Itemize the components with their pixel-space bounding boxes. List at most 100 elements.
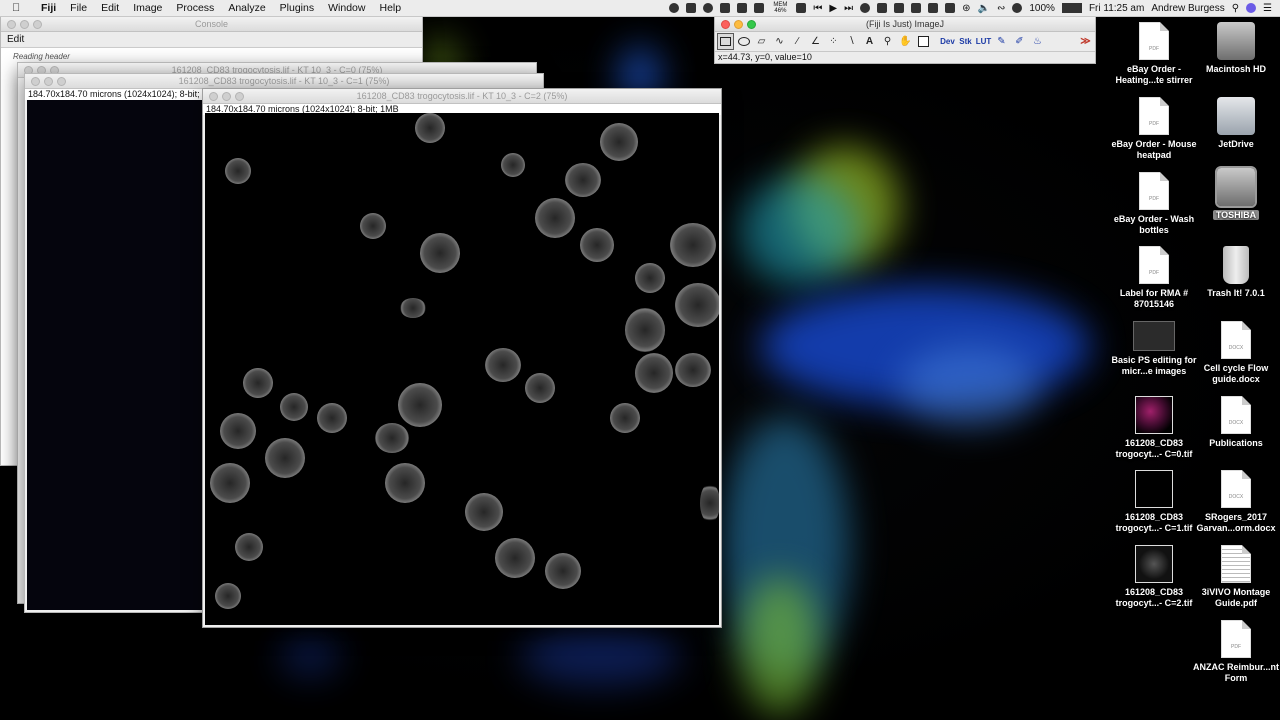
desktop-icon[interactable]: PDF eBay Order - Mouse heatpad bbox=[1110, 97, 1198, 160]
flood-fill-tool-icon[interactable]: ♨ bbox=[1029, 33, 1046, 50]
clock[interactable]: Fri 11:25 am bbox=[1089, 3, 1144, 14]
document-icon: DOCX bbox=[1221, 321, 1251, 359]
image-window-c1-titlebar[interactable]: 161208_CD83 trogocytosis.lif - KT 10_3 -… bbox=[25, 74, 543, 89]
wand-tool-icon[interactable]: ∖ bbox=[843, 33, 860, 50]
desktop-icon[interactable]: 161208_CD83 trogocyt...- C=0.tif bbox=[1110, 396, 1198, 459]
menu-app-fiji[interactable]: Fiji bbox=[41, 2, 56, 14]
desktop-icon[interactable]: Trash It! 7.0.1 bbox=[1192, 246, 1280, 299]
desktop-icon-label: Cell cycle Flow guide.docx bbox=[1192, 363, 1280, 384]
desktop-icon[interactable]: PDF ANZAC Reimbur...nt Form bbox=[1192, 620, 1280, 683]
menu-analyze[interactable]: Analyze bbox=[228, 2, 265, 14]
window-controls[interactable] bbox=[31, 77, 66, 86]
battery-percent[interactable]: 100% bbox=[1029, 3, 1055, 14]
console-edit-menu[interactable]: Edit bbox=[1, 32, 422, 48]
oval-tool-icon[interactable] bbox=[735, 33, 752, 50]
desktop-icon[interactable]: DOCX Publications bbox=[1192, 396, 1280, 449]
dev-tool-button[interactable]: Dev bbox=[939, 33, 956, 50]
imagej-window: (Fiji Is Just) ImageJ ▱ ∿ ∕ ∠ ⁘ ∖ A ⚲ ✋ … bbox=[714, 16, 1096, 64]
brush-tool-icon[interactable]: ✐ bbox=[1011, 33, 1028, 50]
desktop-icon-label-text: 161208_CD83 trogocyt...- C=2.tif bbox=[1115, 587, 1193, 608]
status-icon[interactable] bbox=[686, 3, 697, 13]
desktop-icon[interactable]: 161208_CD83 trogocyt...- C=2.tif bbox=[1110, 545, 1198, 608]
magnifier-tool-icon[interactable]: ⚲ bbox=[879, 33, 896, 50]
console-titlebar[interactable]: Console bbox=[1, 17, 422, 32]
menu-file[interactable]: File bbox=[70, 2, 87, 14]
menu-window[interactable]: Window bbox=[328, 2, 365, 14]
play-icon[interactable]: ▶ bbox=[829, 3, 837, 14]
image-canvas-c2[interactable] bbox=[205, 113, 719, 625]
desktop-icon-label: 161208_CD83 trogocyt...- C=1.tif bbox=[1110, 512, 1198, 533]
app4-icon[interactable] bbox=[894, 3, 905, 13]
window-controls[interactable] bbox=[7, 20, 42, 29]
bluetooth-icon[interactable]: ⊛ bbox=[962, 3, 970, 14]
dropbox-icon[interactable] bbox=[720, 3, 731, 13]
desktop-icon-label: 161208_CD83 trogocyt...- C=2.tif bbox=[1110, 587, 1198, 608]
cloud-icon[interactable] bbox=[754, 3, 765, 13]
pencil-tool-icon[interactable]: ✎ bbox=[993, 33, 1010, 50]
menu-plugins[interactable]: Plugins bbox=[280, 2, 314, 14]
wifi-icon[interactable]: ∾ bbox=[997, 3, 1005, 14]
desktop-icon[interactable]: 3iVIVO Montage Guide.pdf bbox=[1192, 545, 1280, 608]
window-controls[interactable] bbox=[209, 92, 244, 101]
desktop-icon-label: Label for RMA # 87015146 bbox=[1110, 288, 1198, 309]
cell-blob bbox=[220, 413, 256, 449]
menu-help[interactable]: Help bbox=[379, 2, 401, 14]
polygon-tool-icon[interactable]: ▱ bbox=[753, 33, 770, 50]
hand-tool-icon[interactable]: ✋ bbox=[897, 33, 914, 50]
more-tools-icon[interactable]: ≫ bbox=[1077, 33, 1094, 50]
info-icon[interactable] bbox=[703, 3, 714, 13]
forward-icon[interactable]: ⏭ bbox=[844, 3, 853, 14]
point-tool-icon[interactable]: ⁘ bbox=[825, 33, 842, 50]
desktop-icon[interactable]: PDF eBay Order - Heating...te stirrer bbox=[1110, 22, 1198, 85]
desktop-icon[interactable]: JetDrive bbox=[1192, 97, 1280, 150]
memory-indicator[interactable]: MEM 46% bbox=[771, 2, 789, 14]
cell-blob bbox=[535, 198, 575, 238]
menu-image[interactable]: Image bbox=[133, 2, 162, 14]
desktop-icon-label-text: Cell cycle Flow guide.docx bbox=[1203, 363, 1269, 384]
desktop-icon[interactable]: TOSHIBA bbox=[1192, 166, 1280, 221]
apple-menu-icon[interactable]:  bbox=[12, 2, 26, 14]
menu-process[interactable]: Process bbox=[176, 2, 214, 14]
desktop-icon[interactable]: PDF Label for RMA # 87015146 bbox=[1110, 246, 1198, 309]
desktop-icon[interactable]: 161208_CD83 trogocyt...- C=1.tif bbox=[1110, 470, 1198, 533]
imagej-titlebar[interactable]: (Fiji Is Just) ImageJ bbox=[715, 17, 1095, 32]
record-icon[interactable] bbox=[669, 3, 680, 13]
app-icon[interactable] bbox=[737, 3, 748, 13]
volume-icon[interactable]: 🔈 bbox=[978, 3, 990, 14]
desktop-icon[interactable]: DOCX SRogers_2017 Garvan...orm.docx bbox=[1192, 470, 1280, 533]
desktop-icon-label-text: 161208_CD83 trogocyt...- C=1.tif bbox=[1115, 512, 1193, 533]
desktop-icon-label-text: 3iVIVO Montage Guide.pdf bbox=[1201, 587, 1271, 608]
file-type-label: DOCX bbox=[1228, 493, 1244, 500]
angle-tool-icon[interactable]: ∠ bbox=[807, 33, 824, 50]
siri-icon[interactable] bbox=[1246, 3, 1257, 13]
desktop-icon-label-text: SRogers_2017 Garvan...orm.docx bbox=[1196, 512, 1276, 533]
desktop-icon[interactable]: Basic PS editing for micr...e images bbox=[1110, 321, 1198, 376]
text-tool-icon[interactable]: A bbox=[861, 33, 878, 50]
freehand-tool-icon[interactable]: ∿ bbox=[771, 33, 788, 50]
app2-icon[interactable] bbox=[860, 3, 871, 13]
line-tool-icon[interactable]: ∕ bbox=[789, 33, 806, 50]
cell-blob bbox=[675, 353, 711, 387]
desktop-icon[interactable]: PDF eBay Order - Wash bottles bbox=[1110, 172, 1198, 235]
image-window-c2-titlebar[interactable]: 161208_CD83 trogocytosis.lif - KT 10_3 -… bbox=[203, 89, 721, 104]
color-picker-icon[interactable] bbox=[915, 33, 932, 50]
sync-icon[interactable] bbox=[796, 3, 807, 13]
rectangle-tool-icon[interactable] bbox=[717, 33, 734, 50]
window-controls[interactable] bbox=[721, 20, 756, 29]
desktop-icon[interactable]: Macintosh HD bbox=[1192, 22, 1280, 75]
app5-icon[interactable] bbox=[911, 3, 922, 13]
spotlight-icon[interactable]: ⚲ bbox=[1232, 3, 1239, 14]
menu-edit[interactable]: Edit bbox=[101, 2, 119, 14]
rewind-icon[interactable]: ⏮ bbox=[813, 3, 822, 14]
desktop-icon[interactable]: DOCX Cell cycle Flow guide.docx bbox=[1192, 321, 1280, 384]
stk-tool-button[interactable]: Stk bbox=[957, 33, 974, 50]
airplay-icon[interactable] bbox=[1012, 3, 1023, 13]
notification-center-icon[interactable]: ☰ bbox=[1263, 3, 1272, 14]
desktop-icon-label-text: eBay Order - Heating...te stirrer bbox=[1115, 64, 1193, 85]
battery-icon[interactable] bbox=[1061, 3, 1082, 13]
app3-icon[interactable] bbox=[877, 3, 888, 13]
time-machine-icon[interactable] bbox=[945, 3, 956, 13]
app6-icon[interactable] bbox=[928, 3, 939, 13]
lut-tool-button[interactable]: LUT bbox=[975, 33, 992, 50]
user-name[interactable]: Andrew Burgess bbox=[1151, 3, 1224, 14]
